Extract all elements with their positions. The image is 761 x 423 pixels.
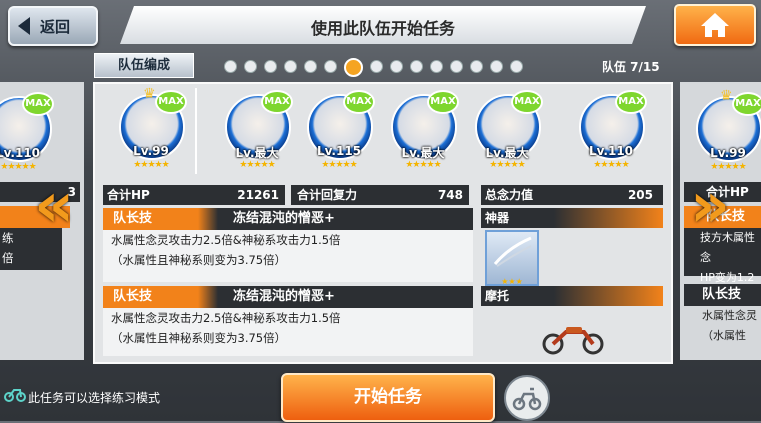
level-label: Lv.99 [710,146,746,160]
character-slot[interactable]: MAX Lv.最大 ★★★★★ [469,86,545,178]
max-badge: MAX [732,92,761,116]
page-dot[interactable] [430,60,443,73]
tab-team-formation[interactable]: 队伍编成 [94,53,194,78]
max-badge: MAX [427,90,459,114]
artifact-icon [493,236,532,267]
page-dot[interactable] [370,60,383,73]
leader-skill-card: 队长技 冻结混沌的憎恶+ 水属性念灵攻击力2.5倍&神秘系攻击力1.5倍 （水属… [103,208,473,282]
leader-character-slot[interactable]: ♛ MAX Lv.99 ★★★★★ [113,86,189,178]
max-badge: MAX [22,92,54,116]
max-badge: MAX [511,90,543,114]
max-badge: MAX [261,90,293,114]
page-dot[interactable] [510,60,523,73]
level-label: Lv.最大 [235,146,279,160]
level-label: Lv.110 [588,144,634,158]
rarity-stars: ★★★★★ [239,160,275,170]
total-power-stat: 总念力值 205 [481,185,663,205]
level-label: Lv.最大 [401,146,445,160]
character-slot[interactable]: MAX Lv.最大 ★★★★★ [219,86,295,178]
max-badge: MAX [343,90,375,114]
level-label: Lv.110 [0,146,41,160]
leader-skill-header: 队长技 冻结混沌的憎恶+ [103,208,473,230]
next-team-skill2-desc: 水属性念灵 （水属性 [702,309,757,342]
max-badge: MAX [155,90,187,114]
level-label: Lv.115 [316,144,362,158]
practice-mode-button[interactable] [504,375,550,421]
rarity-stars: ★★★★★ [321,160,357,170]
vehicle-label: 摩托 [481,286,663,306]
motorcycle-icon [542,327,604,355]
leader-skill-desc: 水属性念灵攻击力2.5倍&神秘系攻击力1.5倍 （水属性且神秘系则变为3.75倍… [111,233,341,267]
page-dot[interactable] [450,60,463,73]
rarity-stars: ★★★★★ [405,160,441,170]
sub-leader-skill-card: 队长技 冻结混沌的憎恶+ 水属性念灵攻击力2.5倍&神秘系攻击力1.5倍 （水属… [103,286,473,356]
back-label: 返回 [40,18,71,36]
back-arrow-icon [18,17,30,35]
rarity-stars: ★★★★★ [133,160,169,170]
team-count: 队伍 7/15 [602,60,660,74]
leader-crown-icon: ♛ [143,86,156,102]
scooter-icon [512,387,542,411]
practice-mode-hint: 此任务可以选择练习模式 [28,391,161,405]
level-label: Lv.99 [133,144,169,158]
home-button[interactable] [674,4,756,46]
page-dot[interactable] [264,60,277,73]
rarity-stars: ★★★★★ [489,160,525,170]
page-dot[interactable] [344,58,363,77]
page-dot[interactable] [490,60,503,73]
page-dot[interactable] [470,60,483,73]
character-slot[interactable]: MAX Lv.最大 ★★★★★ [385,86,461,178]
team-page-dots [224,58,523,77]
page-dot[interactable] [390,60,403,73]
page-dot[interactable] [410,60,423,73]
total-recovery-stat: 合计回复力 748 [291,185,469,205]
page-title: 使用此队伍开始任务 [310,19,455,38]
next-team-portrait: ♛ MAX Lv.99 ★★★★★ [690,88,761,180]
next-team-chevron-icon[interactable]: » [690,174,730,236]
page-title-bar: 使用此队伍开始任务 [120,6,646,44]
team-panel: ♛ MAX Lv.99 ★★★★★ MAX Lv.最大 ★★★★★ MAX Lv.115 ★★★★… [93,82,673,364]
home-icon [701,13,729,37]
max-badge: MAX [615,90,647,114]
page-dot[interactable] [324,60,337,73]
sub-leader-skill-header: 队长技 冻结混沌的憎恶+ [103,286,473,308]
total-hp-stat: 合计HP 21261 [103,185,285,205]
prev-team-portrait: MAX Lv.110 ★★★★★ [0,88,56,180]
next-team-skill2-head: 队长技 [684,284,761,306]
artifact-label: 神器 [481,208,663,228]
prev-team-chevron-icon[interactable]: « [34,174,74,236]
page-dot[interactable] [244,60,257,73]
rarity-stars: ★★★★★ [593,160,629,170]
level-label: Lv.最大 [485,146,529,160]
page-dot[interactable] [284,60,297,73]
artifact-slot[interactable]: ★★★ [485,230,539,286]
page-dot[interactable] [224,60,237,73]
page-dot[interactable] [304,60,317,73]
character-slot[interactable]: MAX Lv.115 ★★★★★ [301,86,377,178]
sub-leader-skill-desc: 水属性念灵攻击力2.5倍&神秘系攻击力1.5倍 （水属性且神秘系则变为3.75倍… [111,311,341,345]
character-slot[interactable]: MAX Lv.110 ★★★★★ [573,86,649,178]
artifact-stars: ★★★ [501,277,523,286]
leader-divider [195,88,197,174]
vehicle-slot[interactable] [540,319,606,355]
leader-crown-icon: ♛ [720,88,733,104]
back-button[interactable]: 返回 [8,6,98,46]
start-mission-button[interactable]: 开始任务 [281,373,495,422]
practice-mode-icon [4,389,26,402]
